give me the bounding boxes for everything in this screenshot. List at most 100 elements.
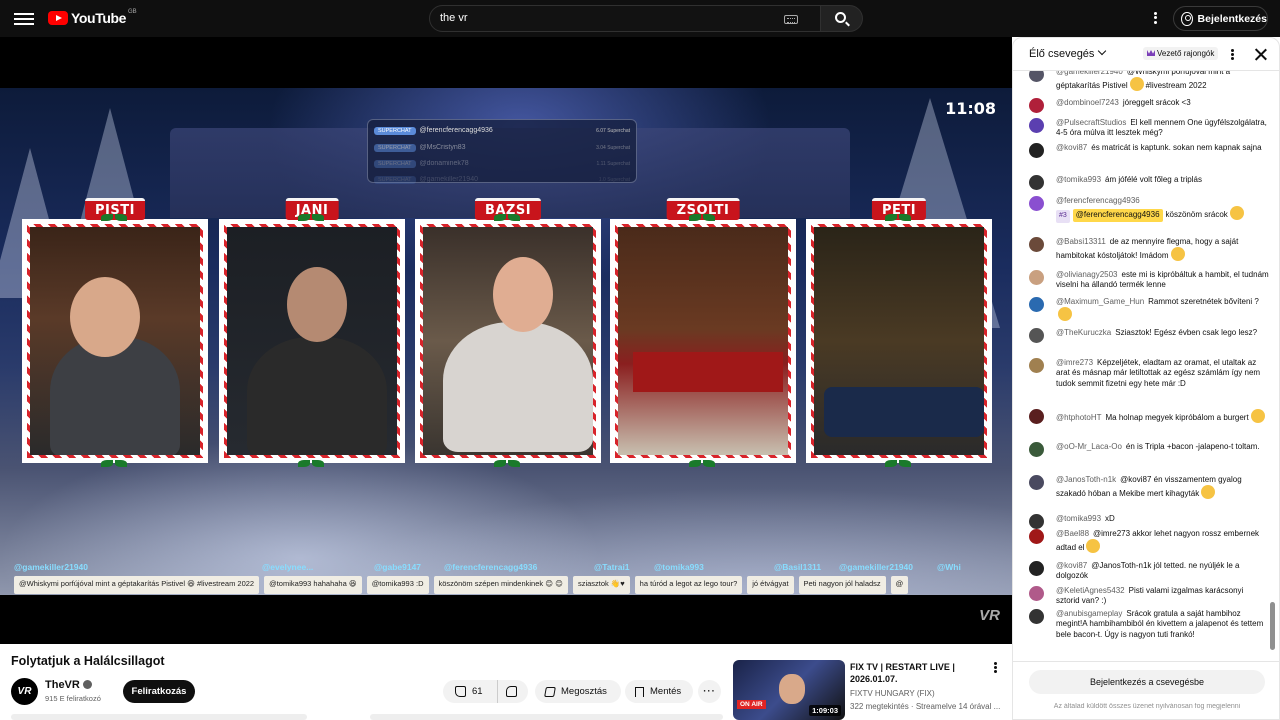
video-duration: 1:09:03 [809,705,841,716]
keyboard-icon[interactable] [784,15,798,24]
channel-avatar[interactable]: VR [11,678,38,705]
subscriber-count: 915 E feliratkozó [45,694,101,703]
strip-message: Peti nagyon jól haladsz [798,576,886,594]
video-player[interactable]: 11:08 SUPERCHAT @ferencferencagg4936 6.0… [0,37,1012,644]
chat-author[interactable]: @gamekiller21940 [1056,71,1123,76]
chat-author[interactable]: @Maximum_Game_Hun [1056,297,1144,306]
recommended-video-title[interactable]: FIX TV | RESTART LIVE | 2026.01.07. [850,661,980,685]
chat-avatar[interactable] [1029,196,1044,211]
chat-avatar[interactable] [1029,98,1044,113]
chat-avatar[interactable] [1029,529,1044,544]
recommended-video-channel[interactable]: FIXTV HUNGARY (FIX) [850,689,935,698]
chat-avatar[interactable] [1029,442,1044,457]
chat-author[interactable]: @JanosToth-n1k [1056,475,1116,484]
strip-message: köszönöm szépen mindenkinek 😊 😊 [433,576,568,594]
chat-message: @Babsi13311 de az mennyire flegma, hogy a… [1029,237,1269,262]
chat-avatar[interactable] [1029,358,1044,373]
chat-author[interactable]: @olivianagy2503 [1056,270,1118,279]
search-input[interactable]: the vr [429,5,821,32]
dislike-button[interactable] [506,686,517,697]
chat-avatar[interactable] [1029,237,1044,252]
chat-author[interactable]: @htphotoHT [1056,413,1101,422]
recommended-video-thumbnail[interactable]: ON AIR 1:09:03 [733,660,845,720]
chat-author[interactable]: @ferencferencagg4936 [1056,196,1140,205]
youtube-logo[interactable]: YouTube GB [48,9,137,26]
chat-messages[interactable]: @gamekiller21940 @Whiskymi porfújóval min… [1013,71,1271,661]
chat-avatar[interactable] [1029,475,1044,490]
strip-name: @gamekiller21940 [14,562,88,572]
chat-avatar[interactable] [1029,514,1044,529]
strip-message: @Whiskymi porfújóval mint a géptakarítás… [14,576,260,594]
chat-author[interactable]: @tomika993 [1056,175,1101,184]
chat-avatar[interactable] [1029,328,1044,343]
chat-author[interactable]: @imre273 [1056,358,1093,367]
chat-title: Élő csevegés [1029,48,1095,60]
chat-author[interactable]: @anubisgameplay [1056,609,1122,618]
menu-icon[interactable] [14,10,34,27]
webcam-feed [30,227,200,455]
chat-avatar[interactable] [1029,586,1044,601]
chat-avatar[interactable] [1029,71,1044,82]
chat-avatar[interactable] [1029,609,1044,624]
chat-author[interactable]: @Babsi13311 [1056,237,1106,246]
chat-author[interactable]: @kovi87 [1056,561,1087,570]
settings-menu-icon[interactable] [1150,10,1160,27]
chat-mode-dropdown[interactable]: Élő csevegés [1029,46,1107,60]
youtube-play-icon [48,11,68,25]
chat-author[interactable]: @KeletiAgnes5432 [1056,586,1125,595]
logo-text: YouTube [71,10,127,26]
chat-author[interactable]: @oO-Mr_Laca-Oo [1056,442,1122,451]
webcam-bazsi: BAZSI [415,198,601,467]
chat-menu-icon[interactable] [1229,48,1235,62]
chat-author[interactable]: @Bael88 [1056,529,1089,538]
chat-avatar[interactable] [1029,297,1044,312]
chat-avatar[interactable] [1029,118,1044,133]
superchat-badge: SUPERCHAT [374,143,416,152]
superchat-badge: SUPERCHAT [374,159,416,168]
chat-author[interactable]: @tomika993 [1056,514,1101,523]
chat-avatar[interactable] [1029,409,1044,424]
chat-text: én is Tripla +bacon -jalapeno-t toltam. [1125,442,1260,451]
channel-name-text[interactable]: TheVR [45,679,80,691]
chat-text: Ma holnap megyek kipróbálom a burgert [1105,413,1249,422]
chat-message: @TheKuruczka Sziasztok! Egész évben csak … [1029,328,1269,343]
chat-message: @Bael88 @imre273 akkor lehet nagyon rossz… [1029,529,1269,554]
chat-message: @gamekiller21940 @Whiskymi porfújóval min… [1029,71,1269,92]
emoji-icon [1250,409,1265,423]
recommended-video-menu-icon[interactable] [991,661,999,675]
save-button[interactable]: Mentés [625,680,693,703]
more-actions-button[interactable]: ··· [698,680,721,703]
chat-author[interactable]: @PulsecraftStudios [1056,118,1126,127]
superchat-name: @MsCristyn83 [419,144,466,151]
search-button[interactable] [821,5,863,32]
strip-message: @ [890,576,909,594]
scrollbar-thumb[interactable] [1270,602,1275,650]
chat-message: @tomika993 ám jófélé volt főleg a triplás [1029,175,1269,190]
like-button[interactable]: 61 [443,680,498,703]
streamer-head [493,257,553,332]
verified-icon [82,680,92,689]
chat-avatar[interactable] [1029,143,1044,158]
chat-avatar[interactable] [1029,561,1044,576]
strip-message: jó étvágyat [747,576,794,594]
holly-icon [885,212,911,222]
on-air-badge: ON AIR [737,700,766,709]
chat-scrollbar[interactable] [1269,70,1276,660]
chat-avatar[interactable] [1029,270,1044,285]
chat-login-button[interactable]: Bejelentkezés a csevegésbe [1029,670,1265,694]
signin-button[interactable]: Bejelentkezés [1173,6,1268,31]
subscribe-button[interactable]: Feliratkozás [123,680,195,703]
chat-author[interactable]: @TheKuruczka [1056,328,1111,337]
top-fans-label: Vezető rajongók [1157,49,1215,58]
chat-message: @PulsecraftStudios El kell mennem One ügy… [1029,118,1269,139]
chat-avatar[interactable] [1029,175,1044,190]
close-icon[interactable] [1254,48,1267,61]
superchat-name: @gamekiller21940 [419,176,478,183]
webcam-zsolti: ZSOLTI [610,198,796,467]
top-fans-button[interactable]: Vezető rajongók [1143,47,1219,60]
channel-name[interactable]: TheVR [45,679,92,691]
chat-author[interactable]: @dombinoel7243 [1056,98,1119,107]
chat-author[interactable]: @kovi87 [1056,143,1087,152]
chat-message: @htphotoHT Ma holnap megyek kipróbálom a … [1029,409,1269,424]
share-button[interactable]: Megosztás [535,680,621,703]
